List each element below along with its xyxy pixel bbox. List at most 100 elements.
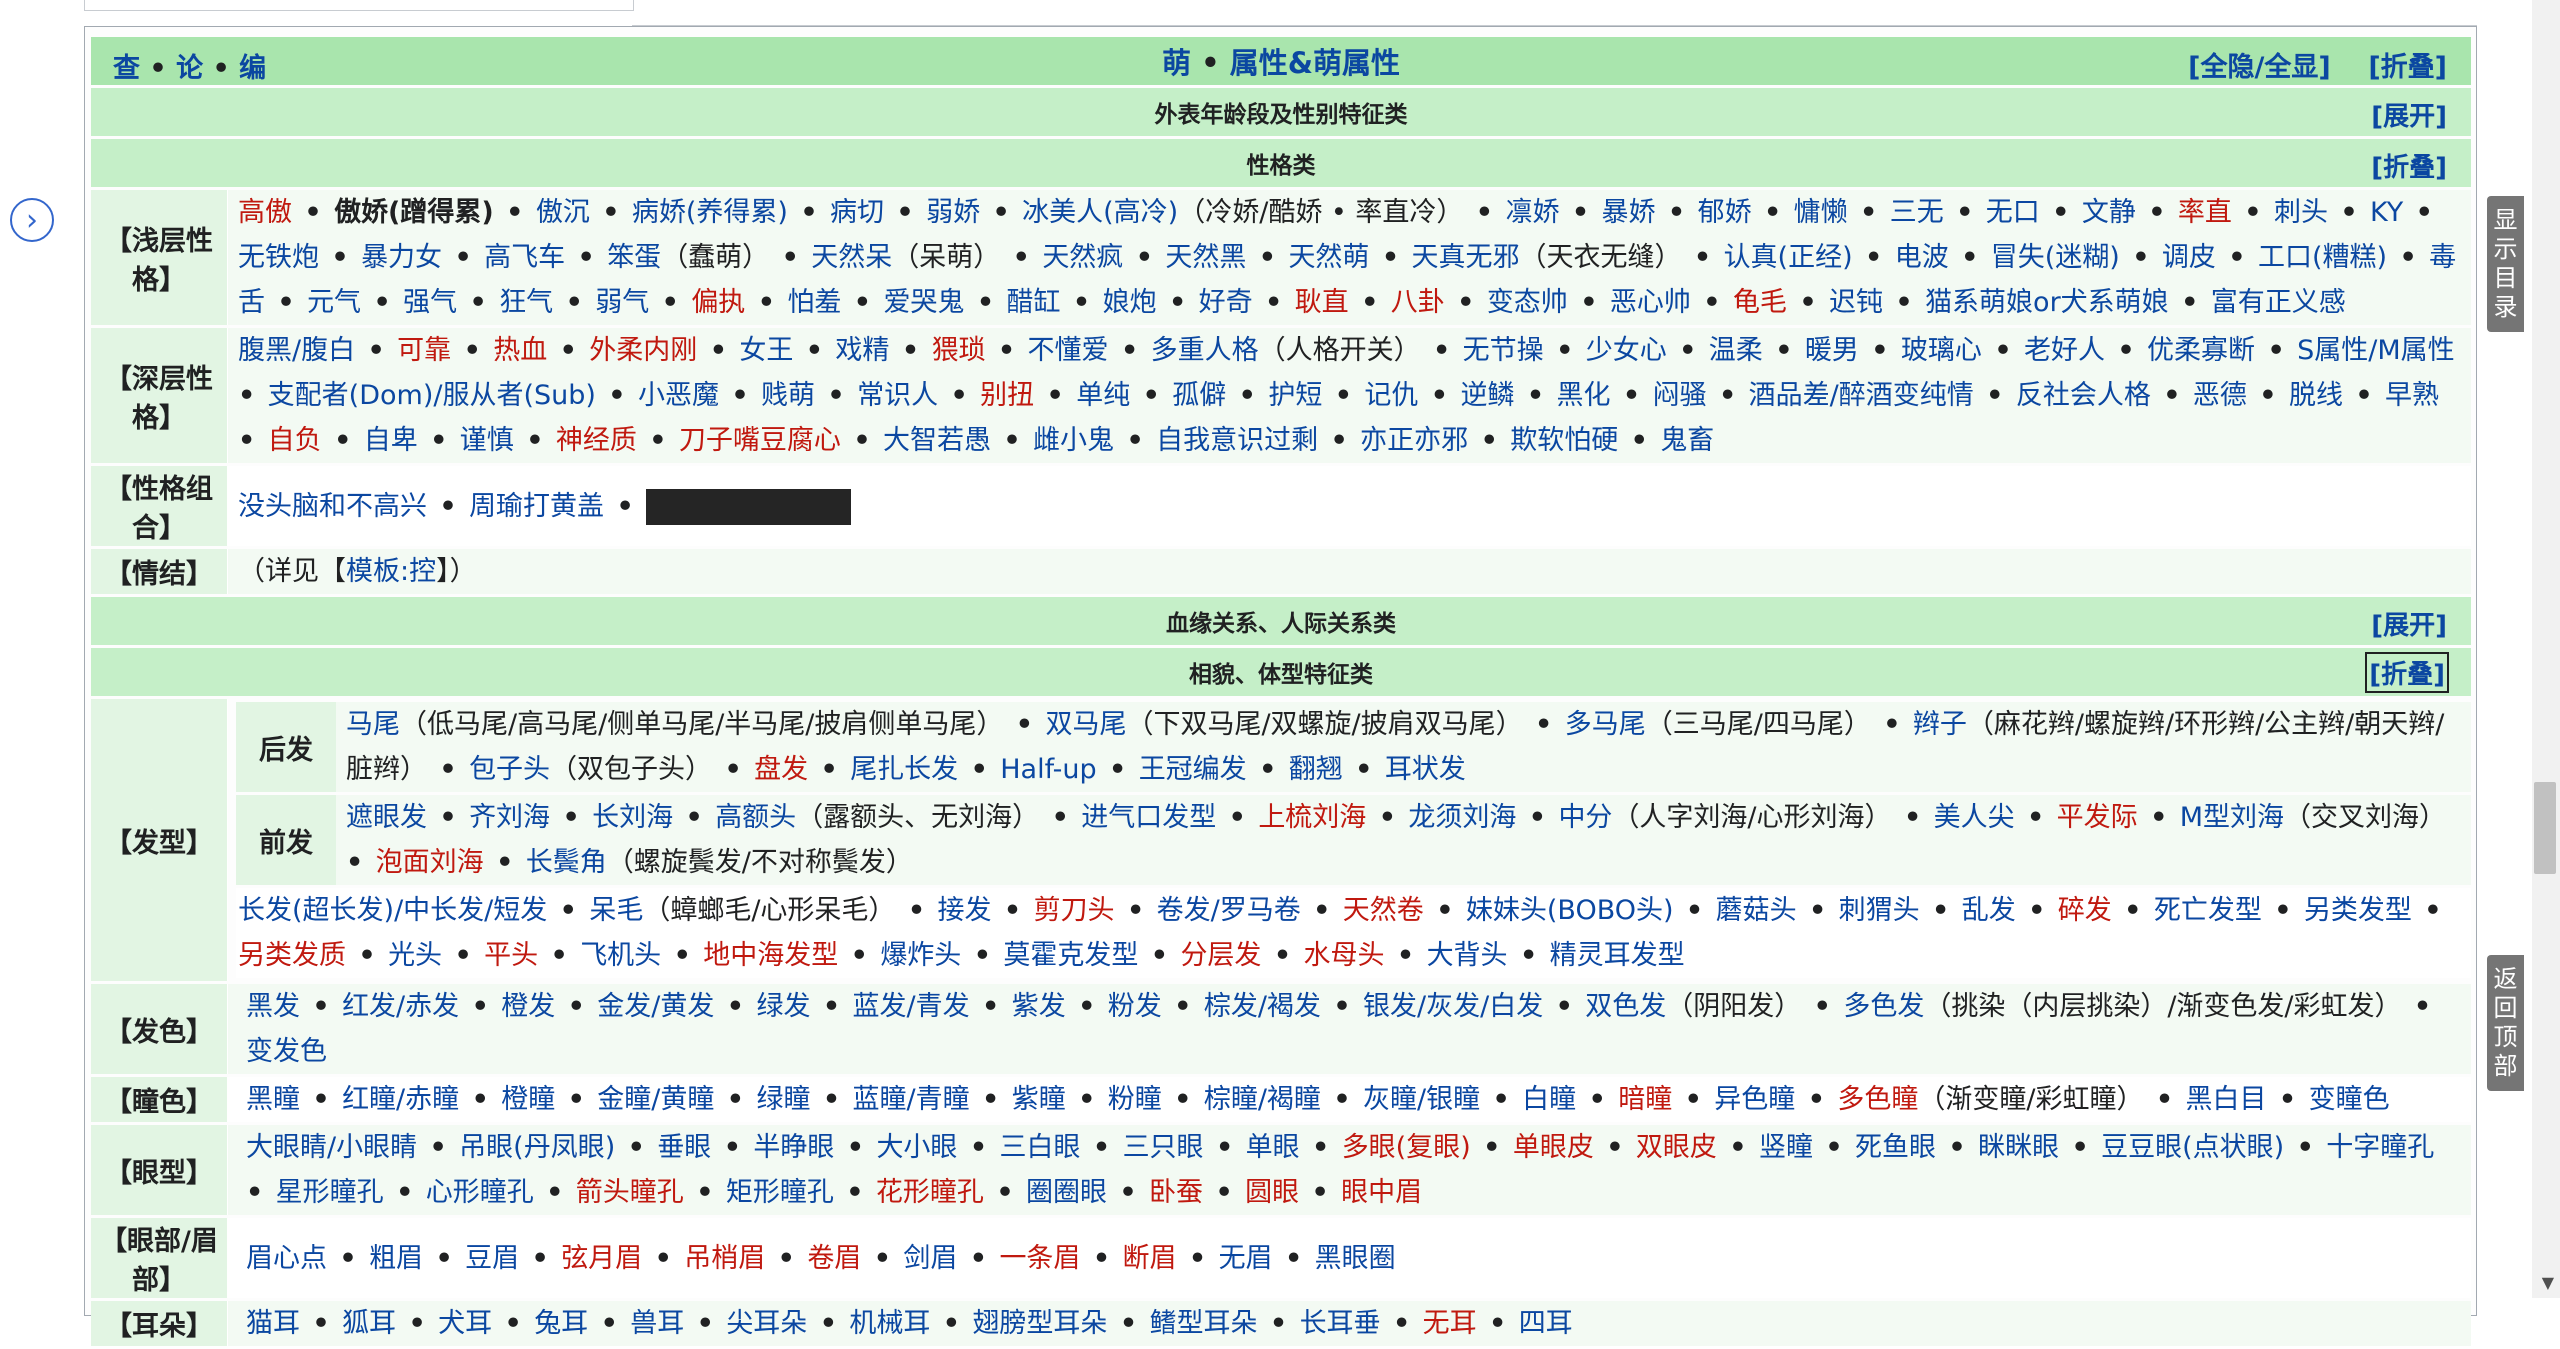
- list-link[interactable]: 三只眼: [1123, 1132, 1204, 1163]
- list-link[interactable]: 精灵耳发型: [1550, 940, 1685, 971]
- list-link[interactable]: 长刘海: [592, 802, 673, 833]
- list-link[interactable]: 女王: [739, 335, 793, 366]
- list-link[interactable]: 贱萌: [761, 380, 815, 411]
- list-link[interactable]: 黑瞳: [246, 1084, 300, 1115]
- list-link[interactable]: 包子头: [469, 754, 550, 785]
- list-link[interactable]: 温柔: [1709, 335, 1763, 366]
- list-link[interactable]: 死鱼眼: [1855, 1132, 1936, 1163]
- list-link[interactable]: 齐刘海: [469, 802, 550, 833]
- list-link[interactable]: 变发色: [246, 1036, 327, 1067]
- list-link[interactable]: 刀子嘴豆腐心: [679, 425, 841, 456]
- list-link[interactable]: 双马尾: [1045, 709, 1126, 740]
- list-link[interactable]: 周瑜打黄盖: [469, 491, 604, 522]
- list-link[interactable]: 郁娇: [1698, 197, 1752, 228]
- list-link[interactable]: 妹妹头(BOBO头): [1466, 895, 1674, 926]
- list-link[interactable]: 酒品差/醉酒变纯情: [1749, 380, 1974, 411]
- list-link[interactable]: 兽耳: [630, 1308, 684, 1339]
- list-link[interactable]: 箭头瞳孔: [576, 1177, 684, 1208]
- list-link[interactable]: 孤僻: [1172, 380, 1226, 411]
- list-link[interactable]: 棕瞳/褐瞳: [1204, 1084, 1321, 1115]
- list-link[interactable]: 谨慎: [460, 425, 514, 456]
- list-link[interactable]: 翻翘: [1289, 754, 1343, 785]
- list-link[interactable]: 闷骚: [1653, 380, 1707, 411]
- back-to-top-button[interactable]: 返回顶部: [2487, 955, 2524, 1091]
- list-link[interactable]: 变瞳色: [2309, 1084, 2390, 1115]
- list-link[interactable]: 白瞳: [1522, 1084, 1576, 1115]
- expand-button[interactable]: [展开]: [2371, 605, 2447, 642]
- list-link[interactable]: 三白眼: [1000, 1132, 1081, 1163]
- list-link[interactable]: 黑白目: [2186, 1084, 2267, 1115]
- list-link[interactable]: 高飞车: [484, 242, 565, 273]
- title-link-attributes[interactable]: 属性&萌属性: [1230, 46, 1400, 80]
- list-link[interactable]: 亦正亦邪: [1360, 425, 1468, 456]
- list-link[interactable]: 紫瞳: [1012, 1084, 1066, 1115]
- list-link[interactable]: 狐耳: [342, 1308, 396, 1339]
- list-link[interactable]: 犬耳: [438, 1308, 492, 1339]
- list-link[interactable]: 上梳刘海: [1258, 802, 1366, 833]
- list-link[interactable]: 天真无邪: [1412, 242, 1520, 273]
- list-link[interactable]: 马尾: [346, 709, 400, 740]
- list-link[interactable]: 黑发: [246, 991, 300, 1022]
- list-link[interactable]: 光头: [388, 940, 442, 971]
- list-link[interactable]: 脱线: [2289, 380, 2343, 411]
- list-link[interactable]: 暖男: [1805, 335, 1859, 366]
- list-link[interactable]: 逆鳞: [1460, 380, 1514, 411]
- list-link[interactable]: KY: [2370, 197, 2403, 228]
- list-link[interactable]: 大眼睛/小眼睛: [246, 1132, 417, 1163]
- list-link[interactable]: 卧蚕: [1149, 1177, 1203, 1208]
- list-link[interactable]: 病娇(养得累): [632, 197, 788, 228]
- list-link[interactable]: 竖瞳: [1759, 1132, 1813, 1163]
- list-link[interactable]: 弱娇: [926, 197, 980, 228]
- list-link[interactable]: 剪刀头: [1034, 895, 1115, 926]
- list-link[interactable]: 绿瞳: [756, 1084, 810, 1115]
- list-link[interactable]: 强气: [403, 287, 457, 318]
- list-link[interactable]: 泡面刘海: [376, 847, 484, 878]
- list-link[interactable]: 死亡发型: [2154, 895, 2262, 926]
- list-link[interactable]: 龟毛: [1733, 287, 1787, 318]
- list-link[interactable]: 热血: [493, 335, 547, 366]
- list-link[interactable]: 紫发: [1012, 991, 1066, 1022]
- list-link[interactable]: 大智若愚: [883, 425, 991, 456]
- list-link[interactable]: 蘑菇头: [1716, 895, 1797, 926]
- list-link[interactable]: 平头: [484, 940, 538, 971]
- list-link[interactable]: 遮眼发: [346, 802, 427, 833]
- list-link[interactable]: 偏执: [691, 287, 745, 318]
- list-link[interactable]: 粗眉: [369, 1243, 423, 1274]
- list-link[interactable]: 早熟: [2385, 380, 2439, 411]
- list-link[interactable]: 红瞳/赤瞳: [342, 1084, 459, 1115]
- list-link[interactable]: 小恶魔: [638, 380, 719, 411]
- list-link[interactable]: 猫耳: [246, 1308, 300, 1339]
- collapse-button[interactable]: [折叠]: [2371, 147, 2447, 184]
- list-link[interactable]: 无口: [1986, 197, 2040, 228]
- list-link[interactable]: 傲娇(蹭得累): [334, 197, 494, 228]
- list-link[interactable]: 一条眉: [999, 1243, 1080, 1274]
- list-link[interactable]: 碎发: [2058, 895, 2112, 926]
- list-link[interactable]: 眯眯眼: [1978, 1132, 2059, 1163]
- list-link[interactable]: 黑化: [1557, 380, 1611, 411]
- list-link[interactable]: 大小眼: [876, 1132, 957, 1163]
- redacted-block[interactable]: [646, 489, 852, 525]
- scroll-down-arrow-icon[interactable]: ▼: [2542, 1273, 2554, 1292]
- list-link[interactable]: 少女心: [1586, 335, 1667, 366]
- list-link[interactable]: 矩形瞳孔: [726, 1177, 834, 1208]
- list-link[interactable]: 灰瞳/银瞳: [1363, 1084, 1480, 1115]
- list-link[interactable]: 接发: [938, 895, 992, 926]
- list-link[interactable]: 双色发: [1585, 991, 1666, 1022]
- list-link[interactable]: 异色瞳: [1714, 1084, 1795, 1115]
- list-link[interactable]: 圆眼: [1245, 1177, 1299, 1208]
- list-link[interactable]: 无眉: [1219, 1243, 1273, 1274]
- list-link[interactable]: 自卑: [364, 425, 418, 456]
- list-link[interactable]: 单眼: [1246, 1132, 1300, 1163]
- list-link[interactable]: 银发/灰发/白发: [1363, 991, 1543, 1022]
- list-link[interactable]: 棕发/褐发: [1204, 991, 1321, 1022]
- list-link[interactable]: 笨蛋: [607, 242, 661, 273]
- list-link[interactable]: 橙瞳: [501, 1084, 555, 1115]
- scrollbar-thumb[interactable]: [2534, 782, 2556, 874]
- list-link[interactable]: 率直: [2178, 197, 2232, 228]
- list-link[interactable]: 眼中眉: [1341, 1177, 1422, 1208]
- list-link[interactable]: 冰美人(高冷): [1022, 197, 1178, 228]
- list-link[interactable]: 没头脑和不高兴: [238, 491, 427, 522]
- list-link[interactable]: 无耳: [1423, 1308, 1477, 1339]
- toggle-all-button[interactable]: [全隐/全显]: [2188, 52, 2331, 83]
- list-link[interactable]: 蓝瞳/青瞳: [853, 1084, 970, 1115]
